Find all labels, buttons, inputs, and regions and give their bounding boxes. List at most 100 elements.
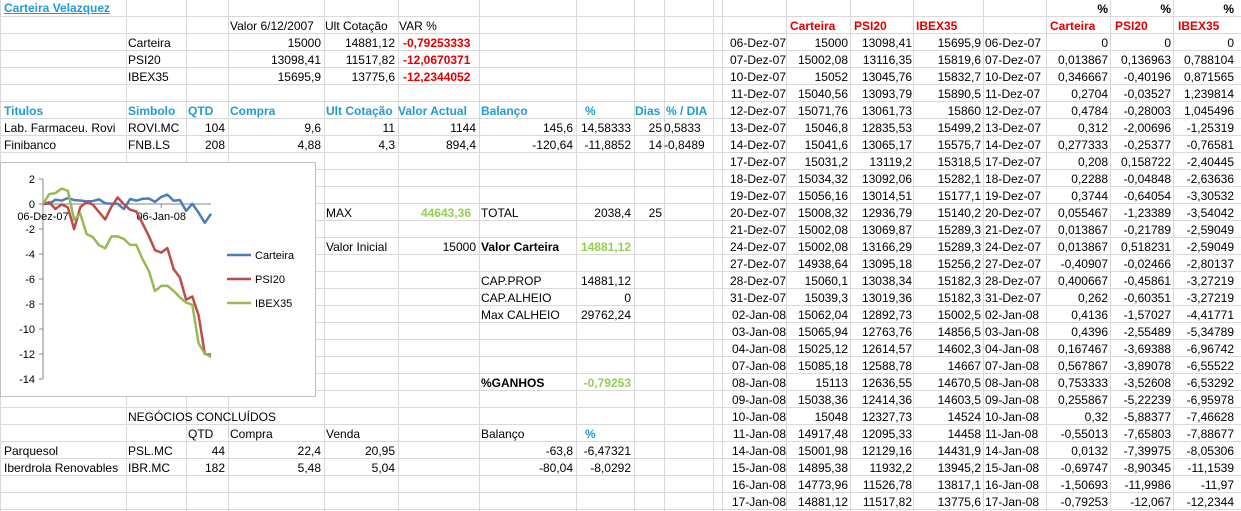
holdings-header-pct: % — [585, 104, 596, 118]
closed-header-pct: % — [585, 427, 596, 441]
pct-carteira: 0,346667 — [1057, 70, 1108, 84]
history-date: 10-Jan-08 — [731, 410, 786, 424]
history-psi20: 13014,51 — [861, 189, 912, 203]
history-date: 07-Dez-07 — [729, 53, 786, 67]
max-value: 44643,36 — [420, 206, 471, 220]
pct-date: 12-Dez-07 — [985, 104, 1042, 118]
history-psi20: 13045,76 — [861, 70, 912, 84]
history-date: 27-Dez-07 — [729, 257, 786, 271]
history-carteira: 15008,32 — [797, 206, 848, 220]
max-calheio-label: Max CALHEIO — [481, 308, 560, 322]
history-ibex35: 15860 — [947, 104, 981, 118]
history-carteira: 14917,48 — [797, 427, 848, 441]
pct-date: 27-Dez-07 — [985, 257, 1042, 271]
holding-compra: 4,88 — [297, 138, 321, 152]
history-psi20: 13038,34 — [861, 274, 912, 288]
history-date: 14-Jan-08 — [731, 444, 786, 458]
total-label: TOTAL — [481, 206, 519, 220]
closed-name: Iberdrola Renovables — [4, 461, 119, 475]
pct-ibex35: -2,59049 — [1186, 240, 1234, 254]
pct-date: 07-Jan-08 — [985, 359, 1040, 373]
pct-carteira: 0,3744 — [1071, 189, 1108, 203]
history-psi20: 13061,73 — [861, 104, 912, 118]
history-psi20: 12588,78 — [861, 359, 912, 373]
history-date: 31-Dez-07 — [729, 291, 786, 305]
closed-pct: -6,47321 — [583, 444, 631, 458]
pct-psi20: -0,45861 — [1123, 274, 1171, 288]
history-psi20: 12414,36 — [861, 393, 912, 407]
history-psi20: 12763,76 — [861, 325, 912, 339]
pct-psi20: -0,40196 — [1123, 70, 1171, 84]
history-carteira: 15002,08 — [797, 240, 848, 254]
pct-date: 13-Dez-07 — [985, 121, 1042, 135]
pct-carteira: 0,277333 — [1057, 138, 1108, 152]
history-ibex35: 14602,3 — [937, 342, 981, 356]
history-psi20: 12095,33 — [861, 427, 912, 441]
closed-pct: -8,0292 — [590, 461, 631, 475]
closed-symbol: PSL.MC — [128, 444, 173, 458]
pct-psi20: -8,90345 — [1123, 461, 1171, 475]
holding-name: Lab. Farmaceu. Rovi — [4, 121, 116, 135]
pct-date: 17-Dez-07 — [985, 155, 1042, 169]
cap-alheio-value: 0 — [624, 291, 631, 305]
ganhos-label: %GANHOS — [481, 376, 545, 390]
pct-psi20: 0,158722 — [1120, 155, 1171, 169]
pct-date: 09-Jan-08 — [985, 393, 1040, 407]
pct-carteira: 0 — [1101, 36, 1108, 50]
pct-carteira: 0,013867 — [1057, 240, 1108, 254]
history-ibex35: 15318,5 — [937, 155, 981, 169]
history-carteira: 15048 — [814, 410, 848, 424]
holding-qtd: 208 — [204, 138, 225, 152]
pct-carteira: -0,79253 — [1060, 495, 1108, 509]
summary-name: IBEX35 — [128, 70, 169, 84]
history-ibex35: 15182,3 — [937, 274, 981, 288]
pct-date: 03-Jan-08 — [985, 325, 1040, 339]
x-tick-label: 06-Dez-07 — [17, 211, 68, 223]
history-ibex35: 15819,6 — [937, 53, 981, 67]
pct-carteira: -0,55013 — [1060, 427, 1108, 441]
history-ibex35: 15182,3 — [937, 291, 981, 305]
sheet-title[interactable]: Carteira Velazquez — [4, 0, 110, 16]
pct-psi20: -11,9986 — [1124, 478, 1171, 492]
pct-date: 14-Jan-08 — [985, 444, 1040, 458]
holding-pct-dia: -0,8489 — [664, 138, 705, 152]
pct-psi20: -0,25377 — [1123, 138, 1171, 152]
pct-ibex35: -2,40445 — [1186, 155, 1234, 169]
history-ibex35: 15140,2 — [937, 206, 981, 220]
pct-top-psi20: % — [1160, 2, 1171, 16]
pct-psi20: -2,00696 — [1123, 121, 1171, 135]
holding-pct: -11,8852 — [584, 138, 631, 152]
history-psi20: 13116,35 — [862, 53, 912, 67]
history-date: 20-Dez-07 — [729, 206, 786, 220]
history-psi20: 12892,73 — [861, 308, 912, 322]
pct-psi20: -5,88377 — [1123, 410, 1171, 424]
pct-ibex35: -1,25319 — [1186, 121, 1234, 135]
pct-header-ibex35: IBEX35 — [1178, 19, 1220, 33]
summary-ult: 14881,12 — [344, 36, 395, 50]
pct-ibex35: -4,41771 — [1186, 308, 1234, 322]
history-ibex35: 15282,1 — [937, 172, 981, 186]
chart-canvas: 2 0 -2 -4 -6 -8 -10 -12 -14 06-Dez-07 06-Jan-08 Car… — [17, 174, 295, 386]
pct-date: 15-Jan-08 — [985, 461, 1040, 475]
history-carteira: 15031,2 — [804, 155, 848, 169]
pct-psi20: -7,65803 — [1123, 427, 1171, 441]
pct-date: 17-Jan-08 — [985, 495, 1040, 509]
pct-date: 08-Jan-08 — [985, 376, 1040, 390]
history-psi20: 13166,29 — [861, 240, 912, 254]
summary-var: -0,79253333 — [403, 36, 471, 50]
pct-psi20: -0,28003 — [1123, 104, 1171, 118]
pct-carteira: 0,4396 — [1071, 325, 1108, 339]
history-ibex35: 15256,2 — [937, 257, 981, 271]
pct-ibex35: 1,239814 — [1183, 87, 1234, 101]
pct-carteira: 0,255867 — [1057, 393, 1108, 407]
line-chart[interactable]: 2 0 -2 -4 -6 -8 -10 -12 -14 06-Dez-07 06-Jan-08 Car… — [0, 162, 316, 397]
history-ibex35: 15499,2 — [937, 121, 981, 135]
pct-ibex35: -2,63636 — [1186, 172, 1234, 186]
history-carteira: 15040,56 — [797, 87, 848, 101]
holdings-header-valor-actual: Valor Actual — [398, 104, 467, 118]
pct-carteira: 0,2704 — [1071, 87, 1108, 101]
history-date: 21-Dez-07 — [729, 223, 786, 237]
y-tick-label: 0 — [29, 199, 35, 211]
summary-name: Carteira — [128, 36, 171, 50]
history-carteira: 15052 — [814, 70, 848, 84]
